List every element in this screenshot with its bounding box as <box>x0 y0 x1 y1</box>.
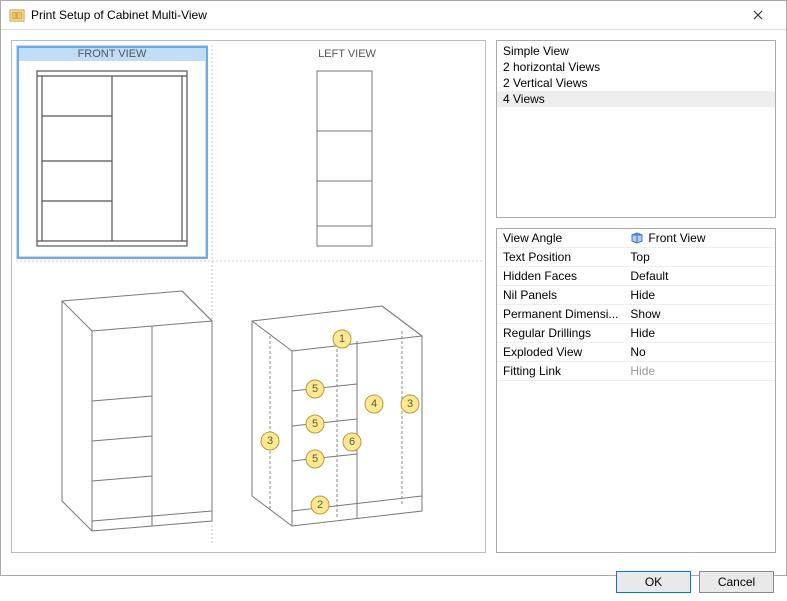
preview-area: FRONT VIEW LEFT VIEW <box>11 40 486 553</box>
property-value[interactable]: Default <box>624 267 775 286</box>
property-rows: View AngleFront ViewText PositionTopHidd… <box>497 229 775 381</box>
svg-text:5: 5 <box>312 453 318 465</box>
titlebar: Print Setup of Cabinet Multi-View <box>1 1 786 30</box>
front-view-label: FRONT VIEW <box>78 48 147 60</box>
svg-text:2: 2 <box>317 499 323 511</box>
preview-svg: FRONT VIEW LEFT VIEW <box>12 41 485 549</box>
property-label: View Angle <box>497 229 624 248</box>
close-icon <box>753 10 763 20</box>
app-icon <box>9 7 25 23</box>
dialog-body: FRONT VIEW LEFT VIEW <box>1 30 786 563</box>
property-row[interactable]: Permanent Dimensi...Show <box>497 305 775 324</box>
property-row[interactable]: Fitting LinkHide <box>497 362 775 381</box>
button-bar: OK Cancel <box>1 563 786 601</box>
svg-text:3: 3 <box>267 435 273 447</box>
list-item[interactable]: Simple View <box>497 43 775 59</box>
property-value[interactable]: Front View <box>624 229 775 248</box>
callouts: 1 2 3 3 4 5 5 5 6 <box>261 330 419 514</box>
property-row[interactable]: View AngleFront View <box>497 229 775 248</box>
svg-text:5: 5 <box>312 418 318 430</box>
svg-text:6: 6 <box>349 436 355 448</box>
dialog-window: Print Setup of Cabinet Multi-View FRONT … <box>0 0 787 576</box>
property-label: Text Position <box>497 248 624 267</box>
close-button[interactable] <box>738 1 778 29</box>
svg-text:3: 3 <box>407 398 413 410</box>
property-row[interactable]: Regular DrillingsHide <box>497 324 775 343</box>
property-value[interactable]: Top <box>624 248 775 267</box>
iso-wireframe[interactable] <box>62 291 212 531</box>
svg-text:5: 5 <box>312 383 318 395</box>
svg-text:4: 4 <box>371 398 377 410</box>
property-value[interactable]: Show <box>624 305 775 324</box>
cube-icon <box>630 232 644 244</box>
property-value[interactable]: Hide <box>624 362 775 381</box>
iso-numbered[interactable]: 1 2 3 3 4 5 5 5 6 <box>252 306 422 526</box>
property-label: Regular Drillings <box>497 324 624 343</box>
property-value[interactable]: Hide <box>624 324 775 343</box>
property-grid[interactable]: View AngleFront ViewText PositionTopHidd… <box>496 228 776 553</box>
property-row[interactable]: Nil PanelsHide <box>497 286 775 305</box>
list-item[interactable]: 4 Views <box>497 91 775 107</box>
property-value[interactable]: No <box>624 343 775 362</box>
svg-text:1: 1 <box>339 333 345 345</box>
list-item[interactable]: 2 horizontal Views <box>497 59 775 75</box>
cancel-button[interactable]: Cancel <box>699 571 774 593</box>
property-row[interactable]: Hidden FacesDefault <box>497 267 775 286</box>
property-label: Permanent Dimensi... <box>497 305 624 324</box>
property-value[interactable]: Hide <box>624 286 775 305</box>
property-label: Hidden Faces <box>497 267 624 286</box>
property-label: Fitting Link <box>497 362 624 381</box>
property-label: Nil Panels <box>497 286 624 305</box>
property-row[interactable]: Exploded ViewNo <box>497 343 775 362</box>
property-row[interactable]: Text PositionTop <box>497 248 775 267</box>
property-label: Exploded View <box>497 343 624 362</box>
left-view-label: LEFT VIEW <box>318 48 376 60</box>
view-type-list[interactable]: Simple View2 horizontal Views2 Vertical … <box>496 40 776 218</box>
ok-button[interactable]: OK <box>616 571 691 593</box>
list-item[interactable]: 2 Vertical Views <box>497 75 775 91</box>
title-text: Print Setup of Cabinet Multi-View <box>31 8 738 22</box>
right-column: Simple View2 horizontal Views2 Vertical … <box>496 40 776 553</box>
